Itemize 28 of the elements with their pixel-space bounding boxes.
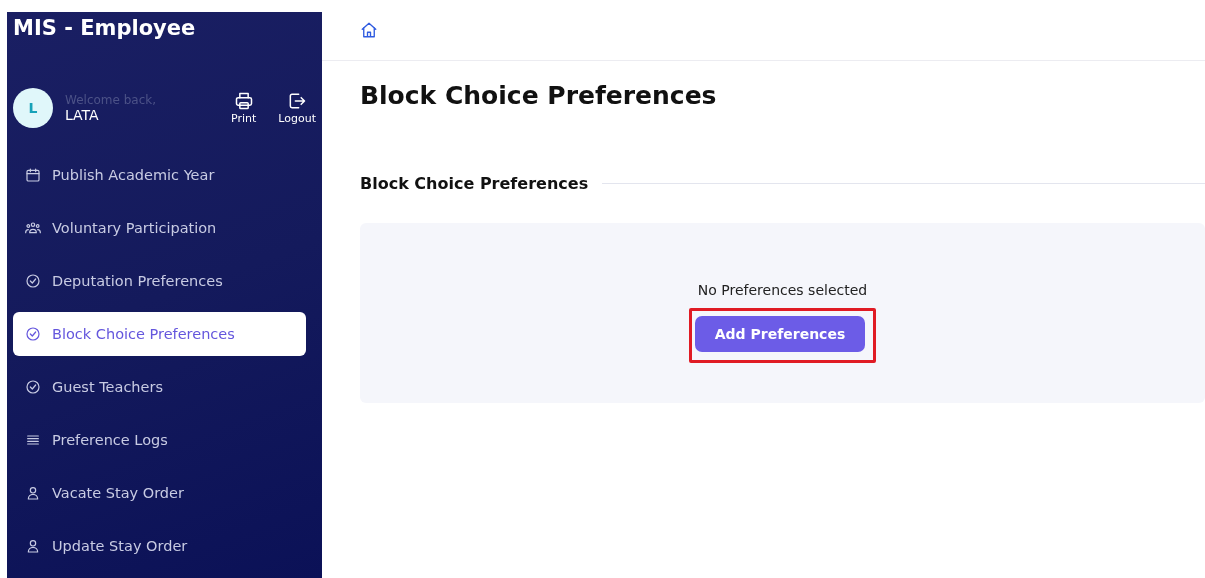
check-circle-icon	[25, 326, 41, 342]
sidebar-item[interactable]: Update Stay Order	[13, 524, 306, 568]
sidebar-item[interactable]: Publish Academic Year	[13, 153, 306, 197]
people-icon	[25, 220, 41, 236]
sidebar-item[interactable]: Preference Logs	[13, 418, 306, 462]
sidebar-item[interactable]: Guest Teachers	[13, 365, 306, 409]
add-preferences-button[interactable]: Add Preferences	[694, 315, 866, 352]
sidebar-item[interactable]: Block Choice Preferences	[13, 312, 306, 356]
calendar-icon	[25, 167, 41, 183]
list-icon	[25, 432, 41, 448]
print-button[interactable]: Print	[231, 91, 257, 125]
home-icon[interactable]	[360, 21, 378, 39]
check-circle-icon	[25, 273, 41, 289]
user-name: LATA	[65, 107, 100, 123]
sidebar-item[interactable]: Vacate Stay Order	[13, 471, 306, 515]
logout-button[interactable]: Logout	[278, 91, 316, 125]
app-title: MIS - Employee	[12, 15, 197, 42]
empty-message: No Preferences selected	[697, 281, 868, 298]
person-icon	[25, 485, 41, 501]
page-title: Block Choice Preferences	[360, 81, 718, 110]
person-icon	[25, 538, 41, 554]
sidebar-item[interactable]: Deputation Preferences	[13, 259, 306, 303]
logout-icon	[287, 91, 308, 111]
printer-icon	[233, 91, 254, 111]
section-title: Block Choice Preferences	[360, 174, 589, 193]
user-avatar: L	[13, 88, 53, 128]
check-circle-icon	[25, 379, 41, 395]
sidebar-item[interactable]: Voluntary Participation	[13, 206, 306, 250]
